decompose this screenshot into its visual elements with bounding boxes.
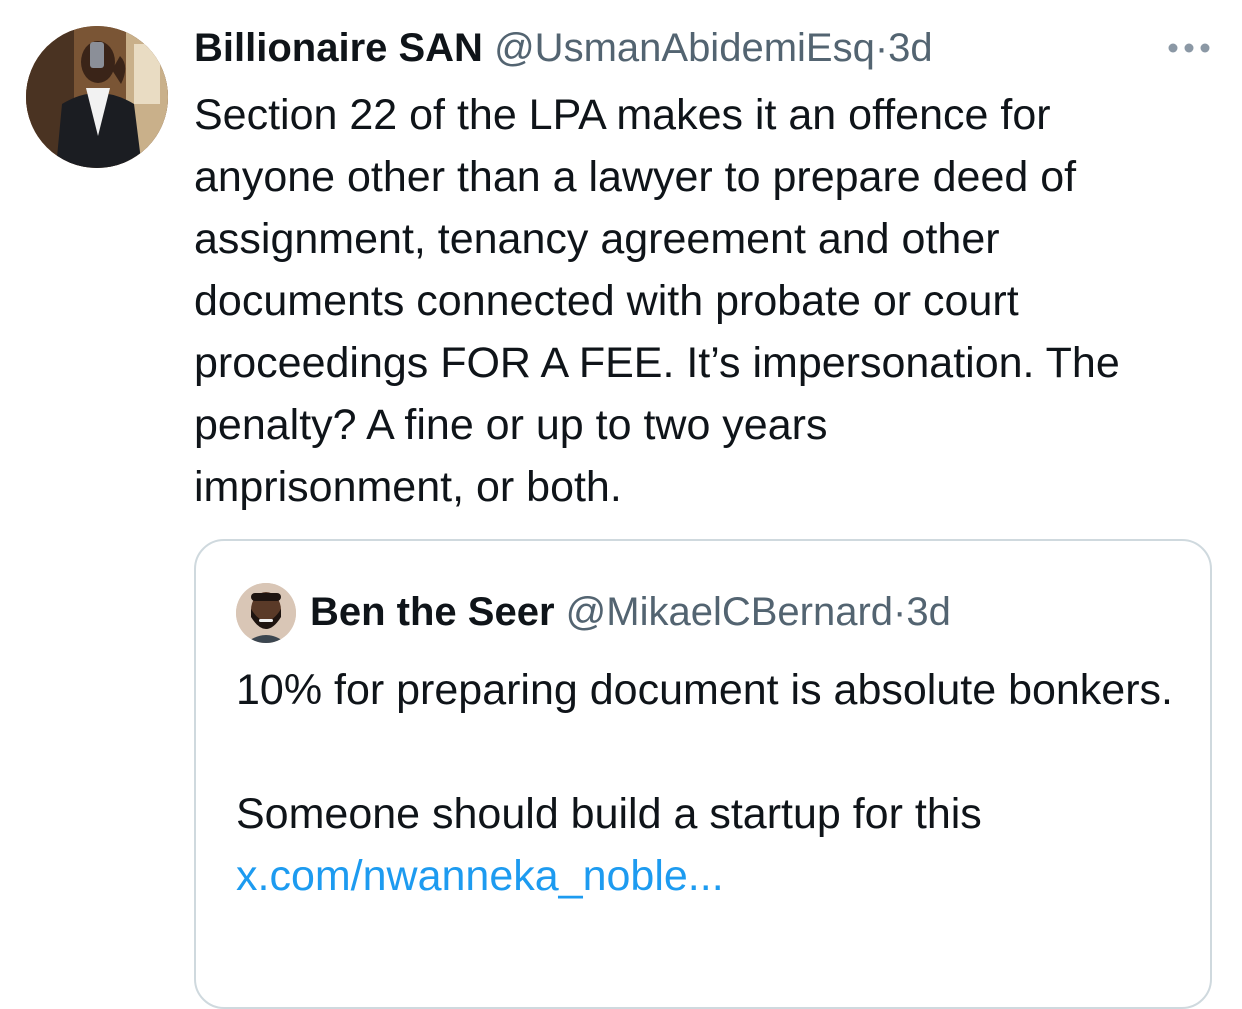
separator-dot: · — [893, 590, 907, 634]
tweet-timestamp[interactable]: 3d — [888, 26, 933, 70]
quoted-tweet-link[interactable]: x.com/nwanneka_noble... — [236, 845, 1176, 907]
quoted-text-paragraph-1: 10% for preparing document is absolute b… — [236, 666, 1173, 714]
tweet[interactable]: Billionaire SAN @UsmanAbidemiEsq·3d Sect… — [0, 0, 1242, 1009]
quoted-text-paragraph-2: Someone should build a startup for this — [236, 790, 982, 838]
author-display-name[interactable]: Billionaire SAN — [194, 26, 483, 70]
quoted-tweet-text: 10% for preparing document is absolute b… — [236, 659, 1176, 907]
quoted-tweet-header: Ben the Seer @MikaelCBernard·3d — [310, 585, 951, 639]
author-handle[interactable]: @UsmanAbidemiEsq — [494, 26, 875, 70]
quoted-author-avatar[interactable] — [236, 583, 296, 643]
quoted-author-handle[interactable]: @MikaelCBernard — [566, 590, 893, 634]
quoted-author-display-name[interactable]: Ben the Seer — [310, 590, 555, 634]
author-avatar[interactable] — [26, 26, 168, 168]
more-options-button[interactable] — [1166, 38, 1212, 58]
separator-dot: · — [874, 26, 889, 70]
ellipsis-icon — [1168, 43, 1210, 53]
quoted-tweet-timestamp[interactable]: 3d — [906, 590, 951, 634]
avatar-photo — [26, 26, 168, 168]
avatar-memoji — [236, 583, 296, 643]
quoted-tweet-card[interactable]: Ben the Seer @MikaelCBernard·3d 10% for … — [194, 539, 1212, 1009]
tweet-header: Billionaire SAN @UsmanAbidemiEsq·3d — [194, 22, 933, 74]
tweet-text: Section 22 of the LPA makes it an offenc… — [194, 91, 1120, 511]
